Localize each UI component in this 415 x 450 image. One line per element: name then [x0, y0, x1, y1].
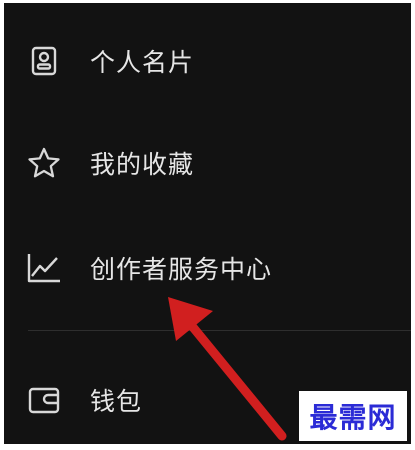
menu-item-label: 钱包 [90, 387, 143, 416]
menu-item-favorites[interactable]: 我的收藏 [4, 133, 411, 193]
watermark: 最需网 [299, 391, 407, 441]
menu-item-label: 创作者服务中心 [90, 255, 273, 284]
watermark-text: 最需网 [309, 401, 397, 434]
menu-item-creator-center[interactable]: 创作者服务中心 [4, 238, 411, 298]
menu-item-business-card[interactable]: 个人名片 [4, 31, 411, 91]
wallet-icon [24, 380, 64, 420]
star-icon [24, 143, 64, 183]
chart-line-icon [24, 248, 64, 288]
dark-menu-panel: 个人名片 我的收藏 创作者服务中心 钱包 [4, 3, 411, 444]
menu-item-label: 我的收藏 [90, 150, 195, 179]
menu-divider [28, 330, 411, 331]
contact-card-icon [24, 41, 64, 81]
menu-item-label: 个人名片 [90, 48, 195, 77]
